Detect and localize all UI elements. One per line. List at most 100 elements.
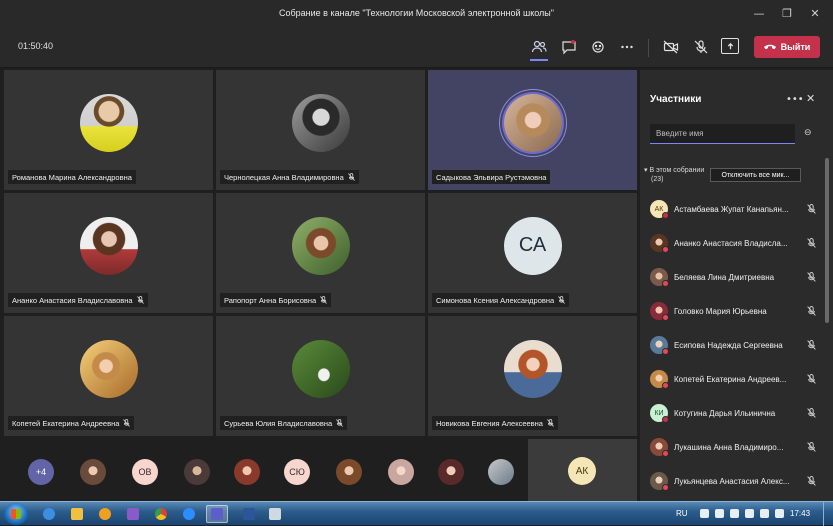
taskbar-word[interactable] bbox=[238, 505, 260, 523]
participant-tile[interactable]: Романова Марина Александровна bbox=[4, 70, 213, 190]
maximize-button[interactable]: ❐ bbox=[773, 0, 801, 26]
participant-tile[interactable]: СА Симонова Ксения Александровна bbox=[428, 193, 637, 313]
taskbar-ie[interactable] bbox=[38, 505, 60, 523]
avatar-initials: СЮ bbox=[289, 467, 305, 477]
taskbar-vs[interactable] bbox=[122, 505, 144, 523]
strip-avatar-initials[interactable]: СЮ bbox=[284, 459, 310, 485]
participant-tile[interactable]: Копетей Екатерина Андреевна bbox=[4, 316, 213, 436]
panel-scrollbar[interactable] bbox=[825, 158, 829, 323]
chat-icon[interactable] bbox=[558, 36, 580, 58]
avatar-initials: АК bbox=[654, 205, 664, 213]
more-participants-button[interactable]: +4 bbox=[28, 459, 54, 485]
tray-icon[interactable] bbox=[730, 509, 739, 518]
system-tray bbox=[700, 509, 784, 518]
participant-list-name: Ананко Анастасия Владисла... bbox=[674, 238, 788, 248]
minimize-button[interactable]: — bbox=[745, 0, 773, 26]
self-avatar-initials: АК bbox=[568, 457, 596, 485]
participant-list-item[interactable]: Лукьянцева Анастасия Алекс... bbox=[650, 470, 818, 492]
mic-off-icon[interactable] bbox=[807, 442, 816, 452]
mic-off-icon[interactable] bbox=[807, 204, 816, 214]
taskbar-app[interactable] bbox=[264, 505, 286, 523]
mic-off-icon[interactable] bbox=[690, 36, 712, 58]
strip-avatar[interactable] bbox=[80, 459, 106, 485]
participant-tile[interactable]: Сурьева Юлия Владиславовна bbox=[216, 316, 425, 436]
participant-list-item[interactable]: Есипова Надежда Сергеевна bbox=[650, 334, 818, 356]
call-toolbar: 01:50:40 bbox=[0, 26, 833, 68]
mic-off-icon[interactable] bbox=[807, 306, 816, 316]
strip-avatar[interactable] bbox=[336, 459, 362, 485]
more-icon[interactable] bbox=[616, 36, 638, 58]
participant-list-item[interactable]: Ананко Анастасия Владисла... bbox=[650, 232, 818, 254]
participant-list-item[interactable]: Лукашина Анна Владимиро... bbox=[650, 436, 818, 458]
participant-avatar bbox=[79, 93, 138, 152]
strip-avatar-initials[interactable]: ОВ bbox=[132, 459, 158, 485]
participant-avatar bbox=[503, 93, 562, 152]
window-titlebar: Собрание в канале "Технологии Московской… bbox=[0, 0, 833, 26]
participant-tile[interactable]: Чернолецкая Анна Владимировна bbox=[216, 70, 425, 190]
participant-name: Ананко Анастасия Владиславовна bbox=[12, 295, 133, 305]
start-button[interactable] bbox=[4, 503, 28, 525]
section-header[interactable]: ▾ В этом собрании (23) bbox=[644, 166, 704, 184]
participant-name-tag: Ананко Анастасия Владиславовна bbox=[8, 293, 148, 307]
system-clock[interactable]: 17:43 bbox=[790, 509, 810, 518]
mic-off-icon[interactable] bbox=[807, 408, 816, 418]
tray-icon[interactable] bbox=[775, 509, 784, 518]
participant-list-item[interactable]: Беляева Лина Дмитриевна bbox=[650, 266, 818, 288]
tray-icon[interactable] bbox=[760, 509, 769, 518]
video-grid: Романова Марина Александровна Чернолецка… bbox=[4, 70, 637, 437]
share-invite-icon[interactable]: ⊖ bbox=[804, 128, 816, 138]
avatar-initials: КИ bbox=[654, 409, 664, 417]
mic-off-icon[interactable] bbox=[807, 238, 816, 248]
participant-name-tag: Романова Марина Александровна bbox=[8, 170, 136, 184]
strip-avatar[interactable] bbox=[438, 459, 464, 485]
mic-off-icon[interactable] bbox=[807, 374, 816, 384]
mic-off-icon[interactable] bbox=[807, 476, 816, 486]
tray-icon[interactable] bbox=[745, 509, 754, 518]
participant-list-item[interactable]: КИ Котугина Дарья Ильинична bbox=[650, 402, 818, 424]
taskbar-explorer[interactable] bbox=[66, 505, 88, 523]
participant-list-item[interactable]: Копетей Екатерина Андреев... bbox=[650, 368, 818, 390]
toolbar-separator bbox=[648, 39, 649, 57]
participant-tile-speaking[interactable]: Садыкова Эльвира Рустэмовна bbox=[428, 70, 637, 190]
strip-avatar[interactable] bbox=[234, 459, 260, 485]
tray-icon[interactable] bbox=[700, 509, 709, 518]
mic-off-icon[interactable] bbox=[807, 340, 816, 350]
show-desktop-button[interactable] bbox=[823, 502, 833, 526]
mic-off-icon[interactable] bbox=[807, 272, 816, 282]
avatar-initials: ОВ bbox=[138, 467, 152, 477]
self-video-tile[interactable]: АК bbox=[528, 439, 637, 501]
participant-list-avatar bbox=[650, 268, 669, 287]
windows-logo-icon bbox=[11, 509, 21, 519]
taskbar-zoom[interactable] bbox=[178, 505, 200, 523]
mute-all-button[interactable]: Отключить все мик... bbox=[710, 168, 801, 182]
taskbar-chrome[interactable] bbox=[150, 505, 172, 523]
panel-close-icon[interactable]: ✕ bbox=[806, 92, 815, 105]
participant-list-item[interactable]: АК Астамбаева Жупат Канапьян... bbox=[650, 198, 818, 220]
strip-avatar[interactable] bbox=[388, 459, 414, 485]
taskbar-teams[interactable] bbox=[206, 505, 228, 523]
avatar-initials: АК bbox=[575, 465, 589, 477]
leave-button[interactable]: Выйти bbox=[754, 36, 820, 58]
reactions-icon[interactable] bbox=[587, 36, 609, 58]
panel-more-icon[interactable]: ••• bbox=[786, 94, 804, 105]
participant-list-name: Котугина Дарья Ильинична bbox=[674, 408, 776, 418]
close-window-button[interactable]: ✕ bbox=[801, 0, 829, 26]
participant-tile[interactable]: Ананко Анастасия Владиславовна bbox=[4, 193, 213, 313]
share-button[interactable] bbox=[721, 38, 739, 54]
strip-avatar[interactable] bbox=[488, 459, 514, 485]
participant-name: Копетей Екатерина Андреевна bbox=[12, 418, 120, 428]
leave-label: Выйти bbox=[780, 42, 811, 52]
taskbar-media[interactable] bbox=[94, 505, 116, 523]
participant-list-item[interactable]: Головко Мария Юрьевна bbox=[650, 300, 818, 322]
camera-off-icon[interactable] bbox=[660, 36, 682, 58]
tray-icon[interactable] bbox=[715, 509, 724, 518]
strip-avatar[interactable] bbox=[184, 459, 210, 485]
participant-strip: +4 ОВ СЮ АК bbox=[4, 439, 637, 501]
participant-tile[interactable]: Рапопорт Анна Борисовна bbox=[216, 193, 425, 313]
mic-off-icon bbox=[136, 296, 144, 304]
participant-search-input[interactable]: Введите имя bbox=[650, 124, 795, 144]
keyboard-language[interactable]: RU bbox=[676, 509, 688, 518]
participant-tile[interactable]: Новикова Евгения Алексеевна bbox=[428, 316, 637, 436]
participants-icon[interactable] bbox=[528, 36, 550, 58]
mute-all-label: Отключить все мик... bbox=[721, 171, 790, 179]
